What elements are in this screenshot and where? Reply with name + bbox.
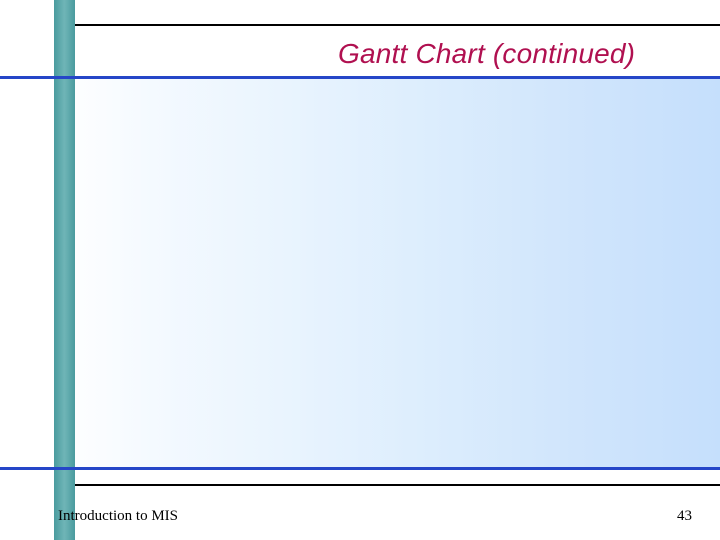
footer-left-text: Introduction to MIS [58, 508, 178, 525]
footer-black-rule [75, 484, 720, 486]
header-blue-rule [0, 76, 720, 79]
slide-content-area [0, 79, 720, 467]
slide-title: Gantt Chart (continued) [338, 38, 635, 70]
header-black-rule [75, 24, 720, 26]
footer-blue-rule [0, 467, 720, 470]
decorative-sidebar-stripe [54, 0, 75, 540]
page-number: 43 [677, 508, 692, 525]
